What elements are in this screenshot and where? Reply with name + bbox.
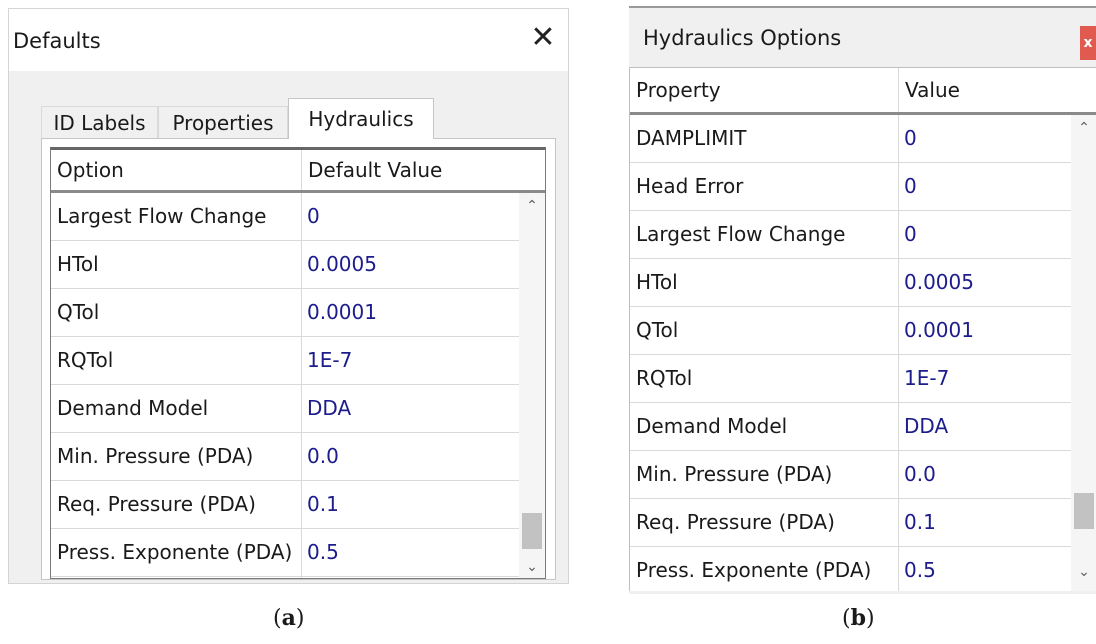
table-row[interactable]: QTol 0.0001: [51, 289, 545, 337]
property-value[interactable]: 0.0005: [898, 259, 1068, 307]
grid-header: Property Value: [630, 68, 1096, 115]
tab-panel-hydraulics: Option Default Value Largest Flow Change…: [41, 138, 556, 580]
table-row[interactable]: RQTol 1E-7: [630, 355, 1096, 403]
property-name: DAMPLIMIT: [636, 126, 747, 150]
option-value[interactable]: 1E-7: [301, 337, 511, 385]
table-row[interactable]: Demand Model DDA: [51, 385, 545, 433]
table-row[interactable]: HTol 0.0005: [51, 241, 545, 289]
table-row[interactable]: Largest Flow Change 0: [630, 211, 1096, 259]
close-icon[interactable]: ✕: [528, 23, 558, 53]
tab-properties[interactable]: Properties: [158, 106, 288, 138]
close-icon[interactable]: x: [1080, 26, 1096, 60]
figure-caption-a: (a): [273, 605, 304, 631]
option-name: HTol: [57, 252, 99, 276]
option-value[interactable]: 0.5: [301, 529, 511, 577]
caption-open-paren: (: [273, 606, 282, 631]
option-name: Req. Pressure (PDA): [57, 492, 256, 516]
property-name: RQTol: [636, 366, 693, 390]
table-row[interactable]: Head Error 0: [630, 163, 1096, 211]
column-divider: [898, 115, 899, 591]
chevron-up-icon[interactable]: ⌃: [1071, 115, 1096, 141]
table-row[interactable]: Req. Pressure (PDA) 0.1: [51, 481, 545, 529]
tab-id-labels[interactable]: ID Labels: [41, 106, 158, 138]
option-name: Demand Model: [57, 396, 209, 420]
option-name: Min. Pressure (PDA): [57, 444, 254, 468]
caption-open-paren: (: [842, 606, 851, 631]
table-row[interactable]: Min. Pressure (PDA) 0.0: [630, 451, 1096, 499]
hydraulics-options-dialog: Hydraulics Options x Property Value DAMP…: [629, 6, 1096, 594]
option-value[interactable]: 0.1: [301, 481, 511, 529]
property-value[interactable]: 0: [898, 163, 1068, 211]
property-value[interactable]: 1E-7: [898, 355, 1068, 403]
title-bar-edge: [629, 6, 1096, 8]
option-value[interactable]: 0.0001: [301, 289, 511, 337]
table-row[interactable]: QTol 0.0001: [630, 307, 1096, 355]
property-value[interactable]: 0.1: [898, 499, 1068, 547]
options-grid: Option Default Value Largest Flow Change…: [50, 147, 546, 579]
grid-header: Option Default Value: [51, 150, 545, 193]
table-row[interactable]: Demand Model DDA: [630, 403, 1096, 451]
option-name: RQTol: [57, 348, 114, 372]
defaults-dialog: Defaults ✕ ID Labels Properties Hydrauli…: [8, 8, 569, 584]
column-header-default-value[interactable]: Default Value: [301, 150, 545, 190]
property-name: Head Error: [636, 174, 744, 198]
column-divider: [301, 193, 302, 578]
caption-letter: a: [281, 605, 296, 631]
table-row[interactable]: Largest Flow Change 0: [51, 193, 545, 241]
caption-letter: b: [850, 605, 866, 631]
property-value[interactable]: 0: [898, 115, 1068, 163]
vertical-scrollbar[interactable]: ⌃ ⌄: [1071, 115, 1096, 591]
column-header-value[interactable]: Value: [898, 68, 1096, 112]
option-value[interactable]: 0.0: [301, 433, 511, 481]
table-row[interactable]: Press. Exponente (PDA) 0.5: [630, 547, 1096, 591]
property-name: Largest Flow Change: [636, 222, 846, 246]
table-row[interactable]: Press. Exponente (PDA) 0.5: [51, 529, 545, 577]
option-name: QTol: [57, 300, 100, 324]
dialog-title: Defaults: [13, 29, 101, 53]
vertical-scrollbar[interactable]: ⌃ ⌄: [519, 193, 545, 578]
chevron-down-icon[interactable]: ⌄: [519, 554, 545, 578]
figure-caption-b: (b): [842, 605, 875, 631]
option-name: Press. Exponente (PDA): [57, 540, 293, 564]
table-row[interactable]: Req. Pressure (PDA) 0.1: [630, 499, 1096, 547]
option-name: Largest Flow Change: [57, 204, 267, 228]
scrollbar-thumb[interactable]: [522, 513, 542, 549]
property-value[interactable]: 0.0001: [898, 307, 1068, 355]
property-value[interactable]: 0: [898, 211, 1068, 259]
table-row[interactable]: HTol 0.0005: [630, 259, 1096, 307]
table-row[interactable]: Min. Pressure (PDA) 0.0: [51, 433, 545, 481]
property-value[interactable]: 0.0: [898, 451, 1068, 499]
scrollbar-thumb[interactable]: [1074, 493, 1094, 529]
chevron-down-icon[interactable]: ⌄: [1071, 559, 1096, 585]
table-row[interactable]: RQTol 1E-7: [51, 337, 545, 385]
property-name: Min. Pressure (PDA): [636, 462, 833, 486]
property-name: Req. Pressure (PDA): [636, 510, 835, 534]
chevron-up-icon[interactable]: ⌃: [519, 193, 545, 219]
property-name: HTol: [636, 270, 678, 294]
caption-close-paren: ): [865, 606, 875, 631]
column-header-property[interactable]: Property: [630, 68, 898, 112]
property-value[interactable]: DDA: [898, 403, 1068, 451]
property-name: QTol: [636, 318, 679, 342]
option-value[interactable]: 0: [301, 193, 511, 241]
dialog-title: Hydraulics Options: [643, 26, 842, 50]
column-header-option[interactable]: Option: [51, 150, 301, 190]
property-name: Demand Model: [636, 414, 788, 438]
table-row[interactable]: DAMPLIMIT 0: [630, 115, 1096, 163]
property-name: Press. Exponente (PDA): [636, 558, 872, 582]
option-value[interactable]: DDA: [301, 385, 511, 433]
option-value[interactable]: 0.0005: [301, 241, 511, 289]
property-value[interactable]: 0.5: [898, 547, 1068, 591]
tab-hydraulics[interactable]: Hydraulics: [288, 98, 434, 139]
caption-close-paren: ): [295, 606, 305, 631]
title-bar: Defaults ✕: [9, 9, 568, 71]
options-grid: Property Value DAMPLIMIT 0 Head Error 0 La…: [629, 67, 1096, 591]
